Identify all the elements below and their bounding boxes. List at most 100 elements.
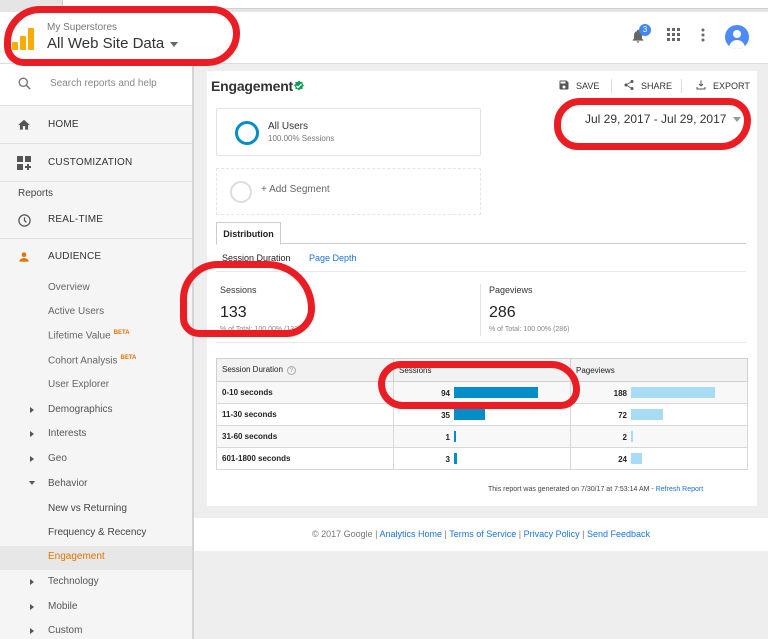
footer-link-terms[interactable]: Terms of Service	[449, 529, 516, 539]
download-icon	[696, 80, 706, 90]
sessions-label: Sessions	[220, 285, 257, 295]
help-icon[interactable]: ?	[286, 365, 296, 375]
tab-bar: Distribution	[216, 222, 746, 245]
sessions-bar	[454, 453, 457, 464]
expand-arrow-icon[interactable]	[30, 407, 34, 413]
sidebar-item-realtime[interactable]: REAL-TIME	[0, 202, 192, 239]
sessions-percent: % of Total: 100.00% (133)	[220, 326, 301, 333]
segment-name: All Users	[268, 121, 309, 132]
notification-count-badge: 3	[639, 24, 651, 36]
divider	[480, 284, 481, 336]
empty-ring-icon	[230, 181, 252, 203]
expand-arrow-icon[interactable]	[30, 456, 34, 462]
subtab-session-duration[interactable]: Session Duration	[222, 253, 291, 263]
report-panel: Engagement SAVE SHARE EXPORT Jul 29, 201…	[207, 71, 757, 506]
share-button[interactable]: SHARE	[624, 80, 672, 91]
sessions-bar	[454, 409, 485, 420]
sidebar: Search reports and help HOME CUSTOMIZATI…	[0, 64, 194, 639]
segment-card[interactable]: All Users 100.00% Sessions	[216, 108, 481, 156]
beta-badge: BETA	[113, 330, 130, 336]
sidebar-item-mobile[interactable]: Mobile	[48, 601, 77, 612]
footer: © 2017 Google | Analytics Home | Terms o…	[194, 518, 768, 551]
sidebar-item-frequency-recency[interactable]: Frequency & Recency	[48, 527, 146, 538]
pageviews-value: 286	[489, 304, 516, 321]
pageviews-bar	[631, 409, 663, 420]
sidebar-item-engagement[interactable]: Engagement	[48, 551, 105, 562]
sidebar-item-label: HOME	[48, 119, 79, 130]
save-button[interactable]: SAVE	[559, 80, 599, 91]
sidebar-item-geo[interactable]: Geo	[48, 453, 67, 464]
sidebar-item-demographics[interactable]: Demographics	[48, 404, 112, 415]
table-row: 0-10 seconds 94 188	[216, 381, 748, 404]
view-name: All Web Site Data	[47, 35, 165, 52]
date-range-picker[interactable]: Jul 29, 2017 - Jul 29, 2017	[585, 112, 726, 126]
account-name: My Superstores	[47, 22, 118, 33]
segment-ring-icon	[235, 121, 259, 145]
analytics-logo-icon[interactable]	[12, 28, 34, 50]
caret-down-icon[interactable]	[733, 117, 741, 122]
sessions-cell: 1	[393, 425, 571, 448]
pageviews-label: Pageviews	[489, 285, 533, 295]
view-selector[interactable]: All Web Site Data	[47, 35, 179, 52]
search-reports[interactable]: Search reports and help	[0, 64, 192, 106]
table-row: 11-30 seconds 35 72	[216, 403, 748, 426]
expand-arrow-icon[interactable]	[30, 628, 34, 634]
collapse-arrow-icon[interactable]	[29, 481, 35, 485]
apps-button[interactable]	[667, 28, 681, 47]
add-segment-label: + Add Segment	[261, 184, 330, 195]
subtab-page-depth[interactable]: Page Depth	[309, 253, 357, 263]
tab-distribution[interactable]: Distribution	[216, 222, 281, 245]
sidebar-item-custom[interactable]: Custom	[48, 625, 82, 636]
pageviews-cell: 2	[570, 425, 748, 448]
segment-percent: 100.00% Sessions	[268, 134, 335, 143]
header-session-duration[interactable]: Session Duration?	[216, 358, 394, 382]
sidebar-item-user-explorer[interactable]: User Explorer	[48, 379, 109, 390]
expand-arrow-icon[interactable]	[30, 431, 34, 437]
sidebar-item-overview[interactable]: Overview	[48, 282, 90, 293]
sidebar-item-customization[interactable]: CUSTOMIZATION	[0, 145, 192, 182]
header-sessions[interactable]: Sessions	[393, 358, 571, 382]
pageviews-value: 188	[613, 389, 627, 398]
sidebar-item-lifetime-value[interactable]: Lifetime Value BETA	[48, 330, 130, 341]
table-row: 31-60 seconds 1 2	[216, 425, 748, 448]
more-options-button[interactable]	[700, 28, 706, 47]
pageviews-bar	[631, 431, 633, 442]
beta-badge: BETA	[120, 355, 137, 361]
export-button[interactable]: EXPORT	[696, 80, 750, 91]
expand-arrow-icon[interactable]	[30, 579, 34, 585]
header-pageviews[interactable]: Pageviews	[570, 358, 748, 382]
sidebar-item-audience[interactable]: AUDIENCE	[0, 239, 192, 276]
apps-grid-icon	[667, 28, 680, 41]
sessions-cell: 94	[393, 381, 571, 404]
avatar[interactable]	[725, 25, 749, 49]
expand-arrow-icon[interactable]	[30, 604, 34, 610]
sidebar-item-technology[interactable]: Technology	[48, 576, 99, 587]
home-icon	[18, 119, 30, 130]
pageviews-bar	[631, 453, 642, 464]
sidebar-item-label: CUSTOMIZATION	[48, 157, 133, 168]
sessions-bar	[454, 387, 538, 398]
sessions-value: 94	[441, 389, 450, 398]
notifications-button[interactable]: 3	[630, 24, 651, 49]
sidebar-item-cohort-analysis[interactable]: Cohort Analysis BETA	[48, 355, 136, 366]
refresh-report-link[interactable]: Refresh Report	[656, 486, 703, 493]
sidebar-item-behavior[interactable]: Behavior	[48, 478, 87, 489]
top-header: My Superstores All Web Site Data 3	[0, 12, 768, 64]
sidebar-item-label: REAL-TIME	[48, 214, 104, 225]
duration-table: Session Duration? Sessions Pageviews 0-1…	[216, 358, 748, 470]
sidebar-item-active-users[interactable]: Active Users	[48, 306, 104, 317]
sidebar-item-new-vs-returning[interactable]: New vs Returning	[48, 503, 127, 514]
footer-link-feedback[interactable]: Send Feedback	[587, 529, 650, 539]
duration-cell: 31-60 seconds	[216, 425, 394, 448]
add-segment-button[interactable]: + Add Segment	[216, 168, 481, 215]
person-icon	[19, 252, 29, 262]
sidebar-item-interests[interactable]: Interests	[48, 428, 86, 439]
sessions-value: 3	[445, 455, 450, 464]
browser-top-strip	[0, 0, 768, 12]
footer-link-privacy[interactable]: Privacy Policy	[524, 529, 580, 539]
footer-link-analytics-home[interactable]: Analytics Home	[380, 529, 443, 539]
verified-check-icon	[294, 80, 304, 91]
caret-down-icon	[170, 41, 179, 47]
sessions-bar	[454, 431, 456, 442]
sidebar-item-home[interactable]: HOME	[0, 107, 192, 144]
